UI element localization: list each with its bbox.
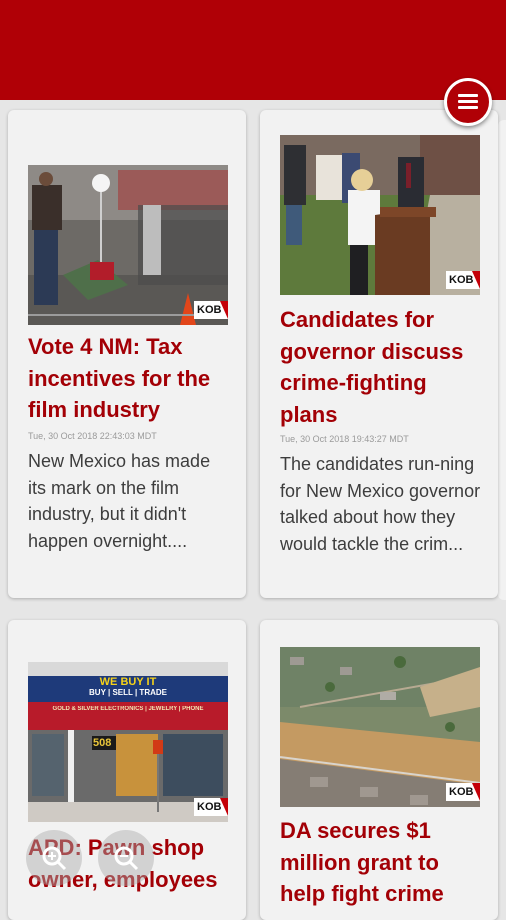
- store-sign-banner: GOLD & SILVER ELECTRONICS | JEWELRY | PH…: [52, 706, 204, 712]
- store-sign-title: WE BUY IT: [99, 676, 157, 688]
- store-sign: WE BUY IT BUY | SELL | TRADE: [28, 676, 228, 697]
- article-title[interactable]: DA secures $1 million grant to help figh…: [280, 815, 490, 910]
- store-sign-services: BUY | SELL | TRADE: [89, 688, 167, 697]
- zoom-in-button[interactable]: [26, 830, 82, 886]
- zoom-out-button[interactable]: [98, 830, 154, 886]
- article-thumbnail[interactable]: WE BUY IT BUY | SELL | TRADE GOLD & SILV…: [28, 662, 228, 822]
- article-card[interactable]: KOB Candidates for governor discuss crim…: [260, 110, 498, 598]
- top-app-bar: [0, 0, 506, 100]
- zoom-in-icon: [42, 846, 67, 871]
- article-title[interactable]: Candidates for governor discuss crime-fi…: [280, 304, 490, 430]
- article-thumbnail[interactable]: KOB: [28, 165, 228, 325]
- article-excerpt[interactable]: New Mexico has made its mark on the film…: [28, 448, 233, 554]
- next-card-edge[interactable]: [498, 120, 506, 600]
- article-card[interactable]: KOB DA secures $1 million grant to help …: [260, 620, 498, 920]
- kob-watermark: KOB: [446, 783, 480, 801]
- kob-watermark: KOB: [194, 798, 228, 816]
- article-excerpt[interactable]: The candidates run-ning for New Mexico g…: [280, 451, 485, 557]
- article-date: Tue, 30 Oct 2018 22:43:03 MDT: [28, 431, 157, 441]
- hamburger-menu-icon: [458, 94, 478, 110]
- menu-button[interactable]: [444, 78, 492, 126]
- article-thumbnail[interactable]: KOB: [280, 135, 480, 295]
- article-card[interactable]: KOB Vote 4 NM: Tax incentives for the fi…: [8, 110, 246, 598]
- article-date: Tue, 30 Oct 2018 19:43:27 MDT: [280, 434, 409, 444]
- kob-watermark: KOB: [446, 271, 480, 289]
- store-number: 508: [93, 737, 112, 749]
- article-thumbnail[interactable]: KOB: [280, 647, 480, 807]
- kob-watermark: KOB: [194, 301, 228, 319]
- article-title[interactable]: Vote 4 NM: Tax incentives for the film i…: [28, 331, 238, 426]
- zoom-out-icon: [114, 846, 139, 871]
